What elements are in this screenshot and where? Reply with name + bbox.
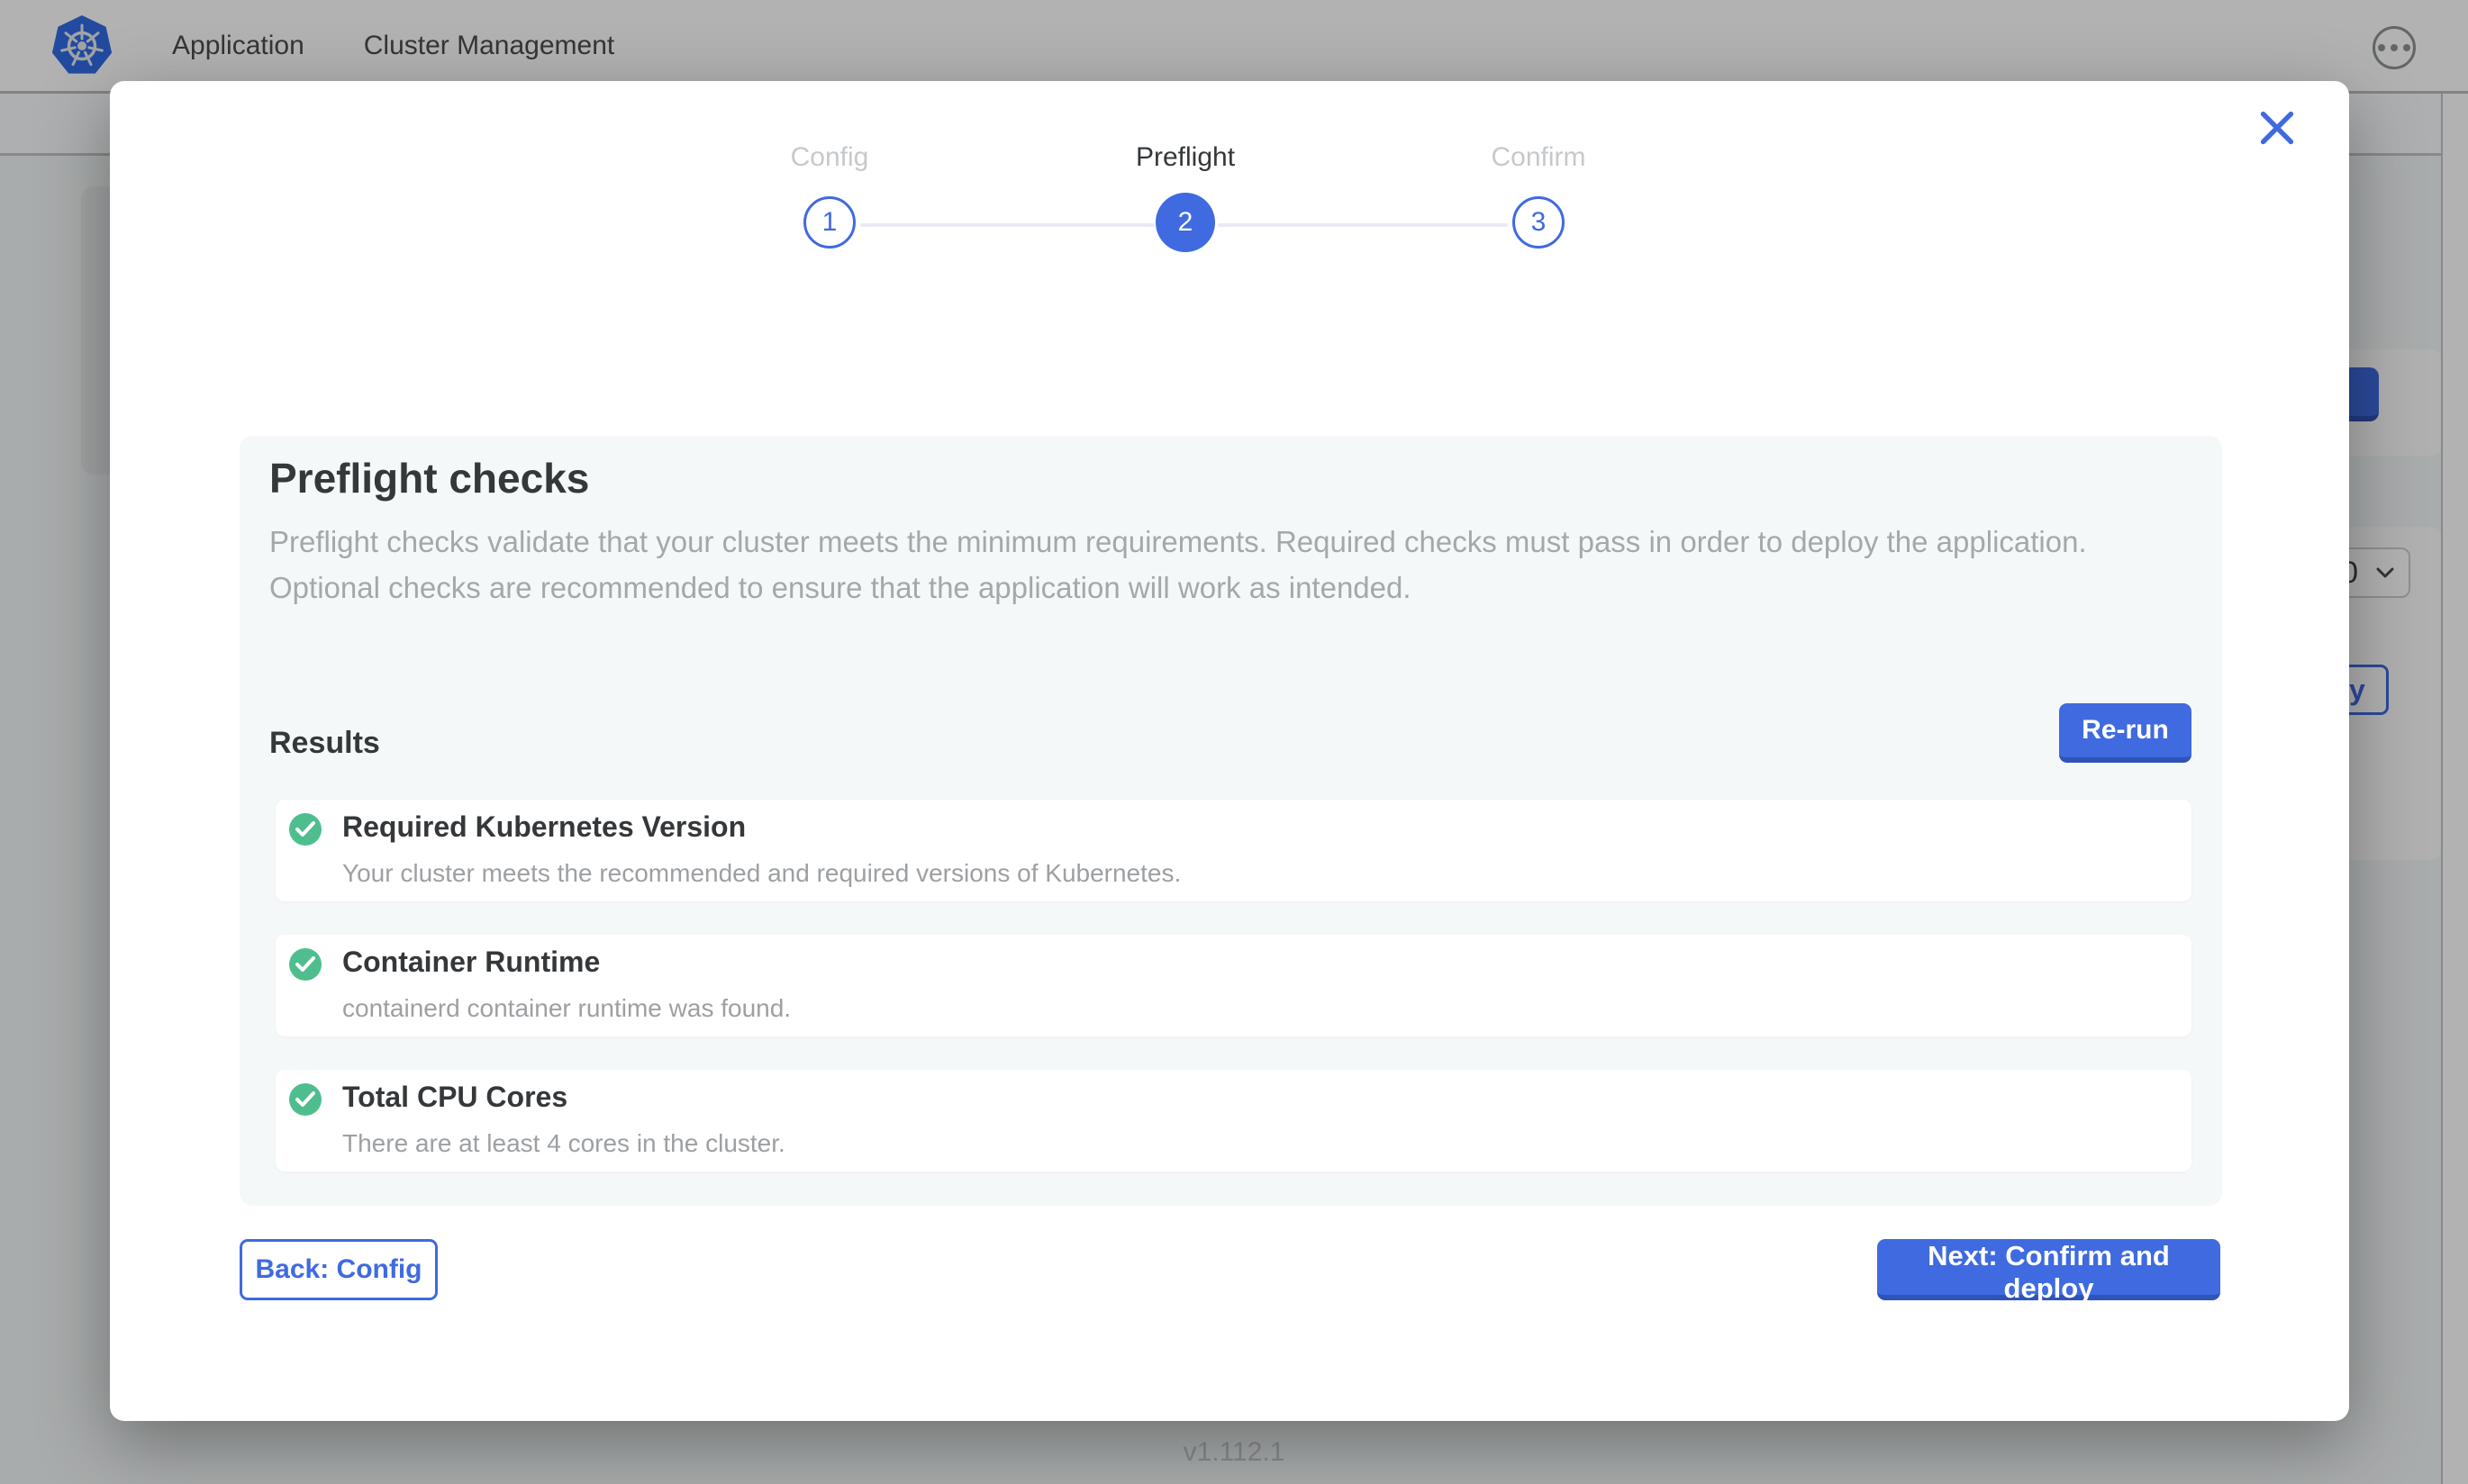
check-pass-icon: [289, 813, 322, 846]
check-description: There are at least 4 cores in the cluste…: [342, 1129, 785, 1158]
step-connector-1: [860, 223, 1155, 227]
check-title: Required Kubernetes Version: [342, 810, 746, 844]
step-label-confirm: Confirm: [1421, 142, 1656, 173]
page-title: Preflight checks: [269, 454, 589, 502]
step-circle-confirm: 3: [1512, 196, 1565, 249]
close-icon[interactable]: [2254, 104, 2300, 151]
screen: Application Cluster Management 0 y v1.11…: [0, 0, 2468, 1484]
rerun-button[interactable]: Re-run: [2059, 703, 2191, 763]
step-circle-preflight: 2: [1156, 193, 1215, 252]
preflight-panel: Preflight checks Preflight checks valida…: [240, 436, 2222, 1206]
next-confirm-deploy-button[interactable]: Next: Confirm and deploy: [1877, 1239, 2220, 1300]
check-title: Total CPU Cores: [342, 1081, 567, 1114]
check-result-total-cpu-cores: Total CPU Cores There are at least 4 cor…: [276, 1070, 2191, 1172]
check-results-list: Required Kubernetes Version Your cluster…: [276, 800, 2191, 1172]
preflight-modal: Config Preflight Confirm 1 2 3 Preflight…: [110, 81, 2349, 1421]
check-pass-icon: [289, 1083, 322, 1116]
check-pass-icon: [289, 948, 322, 981]
step-label-config: Config: [712, 142, 947, 173]
check-description: Your cluster meets the recommended and r…: [342, 859, 1181, 888]
step-connector-2: [1218, 223, 1508, 227]
step-label-preflight: Preflight: [1068, 142, 1302, 173]
check-result-container-runtime: Container Runtime containerd container r…: [276, 935, 2191, 1036]
step-circle-config: 1: [803, 196, 856, 249]
back-config-button[interactable]: Back: Config: [240, 1239, 438, 1300]
check-result-kubernetes-version: Required Kubernetes Version Your cluster…: [276, 800, 2191, 901]
check-title: Container Runtime: [342, 946, 600, 979]
check-description: containerd container runtime was found.: [342, 994, 791, 1023]
results-heading: Results: [269, 726, 380, 761]
preflight-description: Preflight checks validate that your clus…: [269, 519, 2188, 611]
